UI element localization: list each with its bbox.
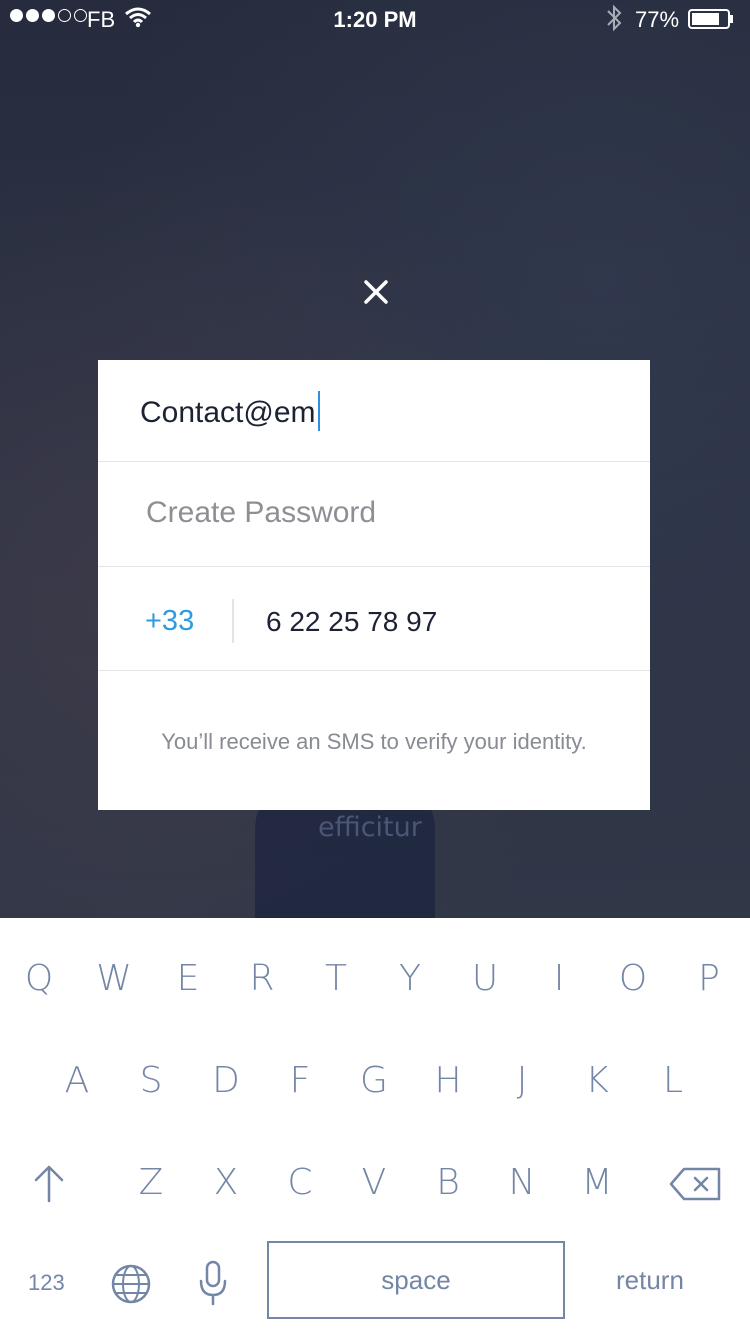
email-value: Contact@em bbox=[140, 396, 316, 429]
key-z[interactable]: Z bbox=[126, 1162, 176, 1203]
key-r[interactable]: R bbox=[237, 958, 287, 999]
key-m[interactable]: M bbox=[572, 1162, 622, 1203]
phone-input[interactable]: 6 22 25 78 97 bbox=[266, 606, 437, 638]
phone-field[interactable]: +33 6 22 25 78 97 bbox=[98, 567, 650, 671]
key-e[interactable]: E bbox=[163, 958, 213, 999]
key-c[interactable]: C bbox=[275, 1162, 325, 1203]
password-placeholder: Create Password bbox=[146, 496, 377, 529]
email-field[interactable]: Contact@em bbox=[98, 360, 650, 462]
keyboard: Q W E R T Y U I O P A S D F G H J K L Z … bbox=[0, 918, 750, 1334]
key-g[interactable]: G bbox=[349, 1060, 399, 1101]
key-x[interactable]: X bbox=[201, 1162, 251, 1203]
key-o[interactable]: O bbox=[608, 958, 658, 999]
key-u[interactable]: U bbox=[460, 958, 510, 999]
numbers-key[interactable]: 123 bbox=[28, 1270, 65, 1296]
key-v[interactable]: V bbox=[349, 1162, 399, 1203]
backspace-icon[interactable] bbox=[668, 1166, 722, 1202]
key-i[interactable]: I bbox=[534, 958, 584, 999]
battery-percent: 77% bbox=[635, 7, 680, 32]
signup-form: Contact@em Create Password +33 6 22 25 7… bbox=[98, 360, 650, 810]
key-q[interactable]: Q bbox=[14, 958, 64, 999]
country-code-selector[interactable]: +33 bbox=[145, 605, 194, 638]
key-p[interactable]: P bbox=[684, 958, 734, 999]
key-y[interactable]: Y bbox=[385, 958, 435, 999]
battery-icon bbox=[688, 9, 733, 29]
key-d[interactable]: D bbox=[201, 1060, 251, 1101]
phone-divider bbox=[232, 599, 234, 643]
microphone-icon[interactable] bbox=[198, 1259, 228, 1307]
password-field[interactable]: Create Password bbox=[98, 462, 650, 567]
key-w[interactable]: W bbox=[89, 958, 139, 999]
key-s[interactable]: S bbox=[126, 1060, 176, 1101]
key-j[interactable]: J bbox=[497, 1060, 547, 1101]
key-b[interactable]: B bbox=[423, 1162, 473, 1203]
key-f[interactable]: F bbox=[275, 1060, 325, 1101]
key-a[interactable]: A bbox=[52, 1060, 102, 1101]
shift-icon[interactable] bbox=[32, 1163, 66, 1203]
key-k[interactable]: K bbox=[572, 1060, 622, 1101]
space-key[interactable]: space bbox=[267, 1241, 565, 1319]
bluetooth-icon bbox=[607, 4, 622, 32]
background-text: efficitur bbox=[318, 812, 422, 843]
return-key[interactable]: return bbox=[616, 1265, 684, 1296]
close-icon[interactable] bbox=[360, 276, 392, 308]
globe-icon[interactable] bbox=[110, 1263, 152, 1305]
key-t[interactable]: T bbox=[311, 958, 361, 999]
text-caret bbox=[317, 391, 320, 432]
status-bar: FB 1:20 PM 77% bbox=[0, 0, 750, 40]
key-l[interactable]: L bbox=[648, 1060, 698, 1101]
key-h[interactable]: H bbox=[423, 1060, 473, 1101]
email-input[interactable]: Contact@em bbox=[140, 391, 320, 432]
sms-note: You’ll receive an SMS to verify your ide… bbox=[161, 729, 587, 754]
key-n[interactable]: N bbox=[497, 1162, 547, 1203]
